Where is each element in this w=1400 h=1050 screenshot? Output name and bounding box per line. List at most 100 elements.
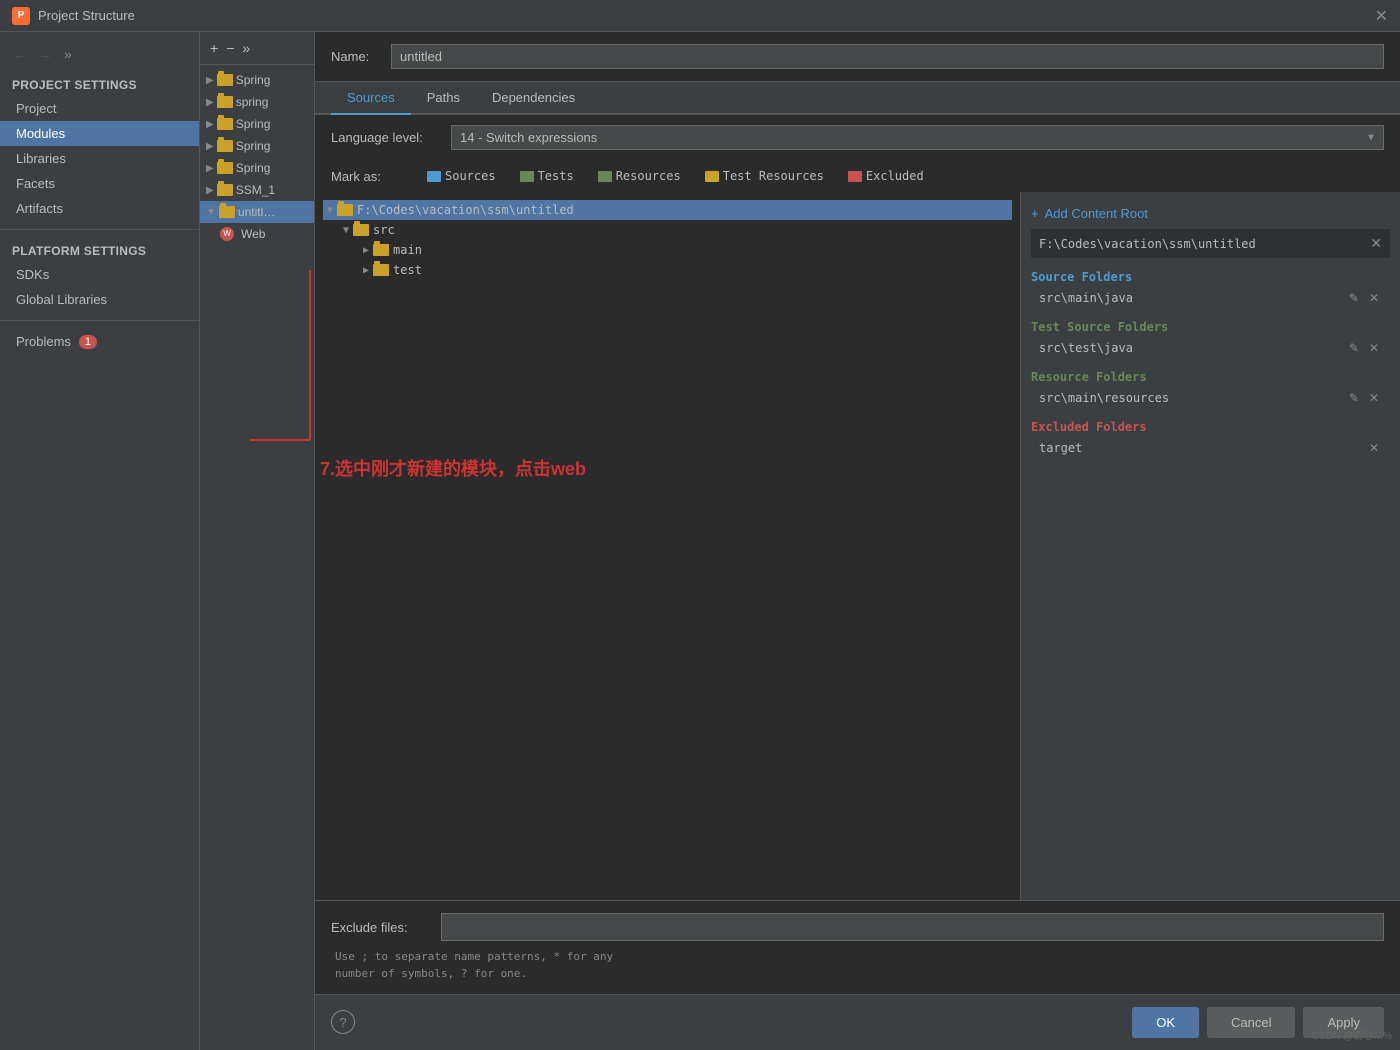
tree-label: main [393, 243, 422, 257]
tree-item-src[interactable]: ▼ src [323, 220, 1012, 240]
module-list: ▶ Spring ▶ spring ▶ Spring ▶ Spring ▶ [200, 65, 314, 249]
content-body: ▼ F:\Codes\vacation\ssm\untitled ▼ src ▶… [315, 192, 1400, 900]
tab-paths[interactable]: Paths [411, 82, 476, 115]
mark-as-resources-button[interactable]: Resources [590, 166, 689, 186]
mark-tests-label: Tests [538, 169, 574, 183]
close-icon[interactable]: ✕ [1375, 6, 1388, 26]
language-level-label: Language level: [331, 130, 441, 145]
remove-test-source-folder-button[interactable]: ✕ [1366, 340, 1382, 356]
source-folder-entry: src\main\java ✎ ✕ [1031, 288, 1390, 308]
add-content-root-button[interactable]: + Add Content Root [1031, 202, 1390, 229]
resources-icon [598, 171, 612, 182]
module-item-spring3[interactable]: ▶ Spring [200, 113, 314, 135]
exclude-files-row: Exclude files: [331, 913, 1384, 941]
file-tree[interactable]: ▼ F:\Codes\vacation\ssm\untitled ▼ src ▶… [315, 192, 1020, 900]
path-close-button[interactable]: ✕ [1370, 235, 1382, 252]
remove-module-button[interactable]: − [224, 38, 236, 58]
excluded-folders-section: Excluded Folders target ✕ [1031, 420, 1390, 458]
name-input[interactable] [391, 44, 1384, 69]
app-icon: P [12, 7, 30, 25]
exclude-files-input[interactable] [441, 913, 1384, 941]
resource-folders-title: Resource Folders [1031, 370, 1390, 384]
resource-folder-path: src\main\resources [1039, 391, 1346, 405]
folder-actions: ✎ ✕ [1346, 390, 1382, 406]
bottom-section: Exclude files: Use ; to separate name pa… [315, 900, 1400, 994]
ok-button[interactable]: OK [1132, 1007, 1199, 1038]
tab-dependencies[interactable]: Dependencies [476, 82, 591, 115]
exclude-files-label: Exclude files: [331, 920, 431, 935]
help-button[interactable]: ? [331, 1010, 355, 1034]
module-label: Spring [236, 139, 271, 153]
expand-icon: ▶ [206, 141, 214, 152]
module-item-spring2[interactable]: ▶ spring [200, 91, 314, 113]
mark-as-excluded-button[interactable]: Excluded [840, 166, 932, 186]
path-header: F:\Codes\vacation\ssm\untitled ✕ [1031, 229, 1390, 258]
test-resources-icon [705, 171, 719, 182]
module-item-ssm1[interactable]: ▶ SSM_1 [200, 179, 314, 201]
sidebar-nav: ← → » [0, 40, 199, 72]
folder-icon [217, 118, 233, 130]
test-source-folder-entry: src\test\java ✎ ✕ [1031, 338, 1390, 358]
tree-label: F:\Codes\vacation\ssm\untitled [357, 203, 574, 217]
remove-source-folder-button[interactable]: ✕ [1366, 290, 1382, 306]
resource-folder-entry: src\main\resources ✎ ✕ [1031, 388, 1390, 408]
mark-sources-label: Sources [445, 169, 496, 183]
tree-item-root[interactable]: ▼ F:\Codes\vacation\ssm\untitled [323, 200, 1012, 220]
sidebar-item-artifacts[interactable]: Artifacts [0, 196, 199, 221]
remove-resource-folder-button[interactable]: ✕ [1366, 390, 1382, 406]
sidebar-item-sdks[interactable]: SDKs [0, 262, 199, 287]
sidebar-item-project[interactable]: Project [0, 96, 199, 121]
exclude-files-hint: Use ; to separate name patterns, * for a… [331, 949, 1384, 982]
tree-item-main[interactable]: ▶ main [323, 240, 1012, 260]
sidebar-item-global-libraries[interactable]: Global Libraries [0, 287, 199, 312]
content-root-path: F:\Codes\vacation\ssm\untitled [1039, 237, 1256, 251]
mark-as-sources-button[interactable]: Sources [419, 166, 504, 186]
tab-sources[interactable]: Sources [331, 82, 411, 115]
mark-excluded-label: Excluded [866, 169, 924, 183]
edit-test-source-folder-button[interactable]: ✎ [1346, 340, 1362, 356]
add-module-button[interactable]: + [208, 38, 220, 58]
sources-icon [427, 171, 441, 182]
cancel-button[interactable]: Cancel [1207, 1007, 1295, 1038]
module-label: spring [236, 95, 269, 109]
tabs-bar: Sources Paths Dependencies [315, 82, 1400, 115]
mark-as-tests-button[interactable]: Tests [512, 166, 582, 186]
folder-icon [219, 206, 235, 218]
tree-item-test[interactable]: ▶ test [323, 260, 1012, 280]
nav-back-button[interactable]: ← [8, 44, 30, 64]
folder-icon [217, 184, 233, 196]
more-module-button[interactable]: » [240, 38, 252, 58]
folder-actions: ✕ [1366, 440, 1382, 456]
module-item-untitled[interactable]: ▼ untitl… [200, 201, 314, 223]
folder-icon [217, 140, 233, 152]
tree-label: test [393, 263, 422, 277]
language-level-select[interactable]: 1 - Source compatibility with Java 1.1 8… [451, 125, 1384, 150]
expand-icon: ▼ [327, 205, 333, 216]
module-item-spring4[interactable]: ▶ Spring [200, 135, 314, 157]
module-item-spring1[interactable]: ▶ Spring [200, 69, 314, 91]
folder-icon [373, 244, 389, 256]
sidebar-item-libraries[interactable]: Libraries [0, 146, 199, 171]
excluded-folder-path: target [1039, 441, 1366, 455]
module-item-spring5[interactable]: ▶ Spring [200, 157, 314, 179]
folder-icon [217, 74, 233, 86]
nav-forward-button[interactable]: → [34, 44, 56, 64]
folder-icon [353, 224, 369, 236]
add-icon: + [1031, 206, 1039, 221]
module-item-web[interactable]: W Web [200, 223, 314, 245]
sidebar-item-problems[interactable]: Problems 1 [0, 329, 199, 354]
module-panel-toolbar: + − » [200, 32, 314, 65]
excluded-folder-entry: target ✕ [1031, 438, 1390, 458]
window-title: Project Structure [38, 8, 135, 23]
source-folders-title: Source Folders [1031, 270, 1390, 284]
remove-excluded-folder-button[interactable]: ✕ [1366, 440, 1382, 456]
sidebar-item-facets[interactable]: Facets [0, 171, 199, 196]
edit-source-folder-button[interactable]: ✎ [1346, 290, 1362, 306]
folder-actions: ✎ ✕ [1346, 340, 1382, 356]
problems-badge: 1 [79, 335, 97, 349]
nav-more-button[interactable]: » [60, 44, 76, 64]
edit-resource-folder-button[interactable]: ✎ [1346, 390, 1362, 406]
test-source-folders-section: Test Source Folders src\test\java ✎ ✕ [1031, 320, 1390, 358]
sidebar-item-modules[interactable]: Modules [0, 121, 199, 146]
mark-as-test-resources-button[interactable]: Test Resources [697, 166, 832, 186]
